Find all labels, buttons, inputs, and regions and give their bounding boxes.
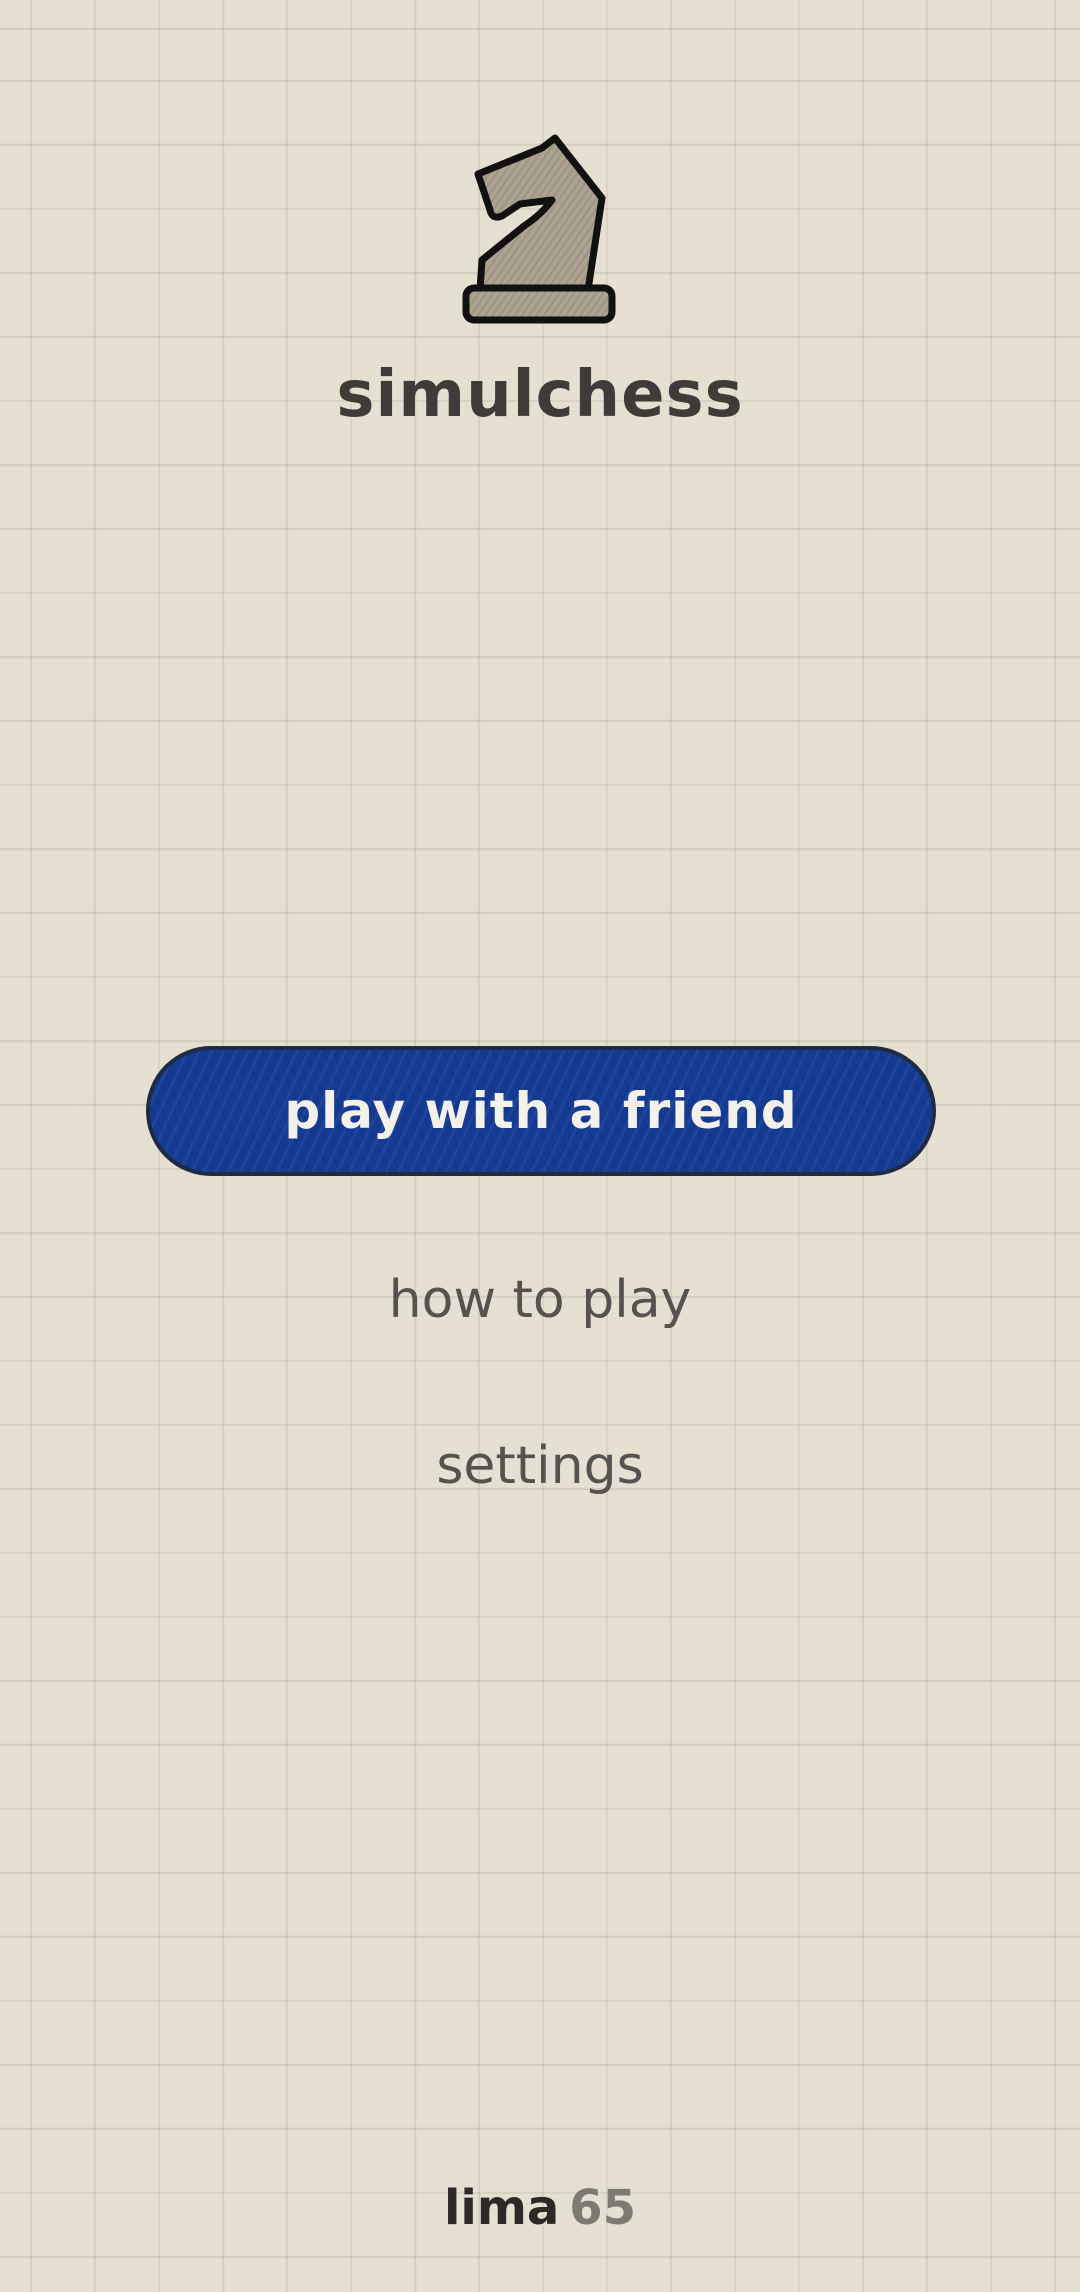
version-name: lima bbox=[443, 2180, 560, 2236]
play-with-friend-button[interactable]: play with a friend bbox=[146, 1046, 936, 1176]
knight-icon bbox=[462, 134, 616, 324]
version-number: 65 bbox=[569, 2180, 637, 2236]
app-title: simulchess bbox=[336, 358, 744, 432]
version-label: lima 65 bbox=[0, 2180, 1080, 2236]
settings-link[interactable]: settings bbox=[290, 1436, 790, 1496]
how-to-play-link[interactable]: how to play bbox=[290, 1270, 790, 1330]
play-with-friend-label: play with a friend bbox=[284, 1082, 798, 1140]
